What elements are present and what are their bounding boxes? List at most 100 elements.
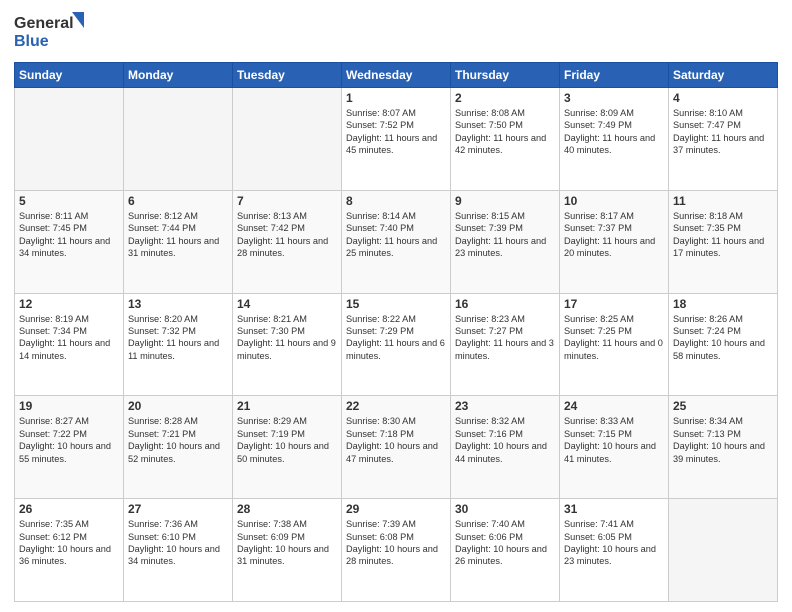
day-number: 2 (455, 91, 555, 105)
calendar-cell (669, 499, 778, 602)
calendar-cell: 11Sunrise: 8:18 AM Sunset: 7:35 PM Dayli… (669, 190, 778, 293)
calendar-cell: 10Sunrise: 8:17 AM Sunset: 7:37 PM Dayli… (560, 190, 669, 293)
calendar-cell: 7 Sunrise: 8:13 AM Sunset: 7:42 PM Daylig… (233, 190, 342, 293)
calendar-cell (233, 88, 342, 191)
day-number: 16 (455, 297, 555, 311)
cell-text: Sunrise: 8:22 AM Sunset: 7:29 PM Dayligh… (346, 313, 446, 363)
cell-text: Sunrise: 8:15 AM Sunset: 7:39 PM Dayligh… (455, 210, 555, 260)
day-number: 10 (564, 194, 664, 208)
week-row-3: 12 Sunrise: 8:19 AM Sunset: 7:34 PM Dayli… (15, 293, 778, 396)
calendar-cell: 27Sunrise: 7:36 AM Sunset: 6:10 PM Dayli… (124, 499, 233, 602)
day-number: 30 (455, 502, 555, 516)
cell-text: Sunrise: 8:12 AM Sunset: 7:44 PM Dayligh… (128, 210, 228, 260)
calendar-cell: 23 Sunrise: 8:32 AM Sunset: 7:16 PM Dayli… (451, 396, 560, 499)
cell-text: Sunrise: 8:21 AM Sunset: 7:30 PM Dayligh… (237, 313, 337, 363)
cell-text: Sunrise: 8:11 AM Sunset: 7:45 PM Dayligh… (19, 210, 119, 260)
weekday-header-friday: Friday (560, 63, 669, 88)
day-number: 31 (564, 502, 664, 516)
weekday-header-wednesday: Wednesday (342, 63, 451, 88)
day-number: 22 (346, 399, 446, 413)
day-number: 26 (19, 502, 119, 516)
calendar-cell: 3 Sunrise: 8:09 AM Sunset: 7:49 PM Daylig… (560, 88, 669, 191)
calendar-cell: 20 Sunrise: 8:28 AM Sunset: 7:21 PM Dayli… (124, 396, 233, 499)
day-number: 6 (128, 194, 228, 208)
cell-text: Sunrise: 8:09 AM Sunset: 7:49 PM Dayligh… (564, 107, 664, 157)
calendar-cell: 1Sunrise: 8:07 AM Sunset: 7:52 PM Daylig… (342, 88, 451, 191)
calendar-cell: 25Sunrise: 8:34 AM Sunset: 7:13 PM Dayli… (669, 396, 778, 499)
cell-text: Sunrise: 7:39 AM Sunset: 6:08 PM Dayligh… (346, 518, 446, 568)
day-number: 29 (346, 502, 446, 516)
calendar-cell: 9 Sunrise: 8:15 AM Sunset: 7:39 PM Daylig… (451, 190, 560, 293)
cell-text: Sunrise: 8:26 AM Sunset: 7:24 PM Dayligh… (673, 313, 773, 363)
week-row-4: 19 Sunrise: 8:27 AM Sunset: 7:22 PM Dayli… (15, 396, 778, 499)
cell-text: Sunrise: 8:07 AM Sunset: 7:52 PM Dayligh… (346, 107, 446, 157)
calendar-cell: 12 Sunrise: 8:19 AM Sunset: 7:34 PM Dayli… (15, 293, 124, 396)
day-number: 28 (237, 502, 337, 516)
cell-text: Sunrise: 8:33 AM Sunset: 7:15 PM Dayligh… (564, 415, 664, 465)
calendar-cell: 5 Sunrise: 8:11 AM Sunset: 7:45 PM Daylig… (15, 190, 124, 293)
week-row-1: 1Sunrise: 8:07 AM Sunset: 7:52 PM Daylig… (15, 88, 778, 191)
calendar-cell: 26 Sunrise: 7:35 AM Sunset: 6:12 PM Dayli… (15, 499, 124, 602)
cell-text: Sunrise: 7:41 AM Sunset: 6:05 PM Dayligh… (564, 518, 664, 568)
day-number: 14 (237, 297, 337, 311)
day-number: 15 (346, 297, 446, 311)
day-number: 12 (19, 297, 119, 311)
day-number: 4 (673, 91, 773, 105)
cell-text: Sunrise: 8:10 AM Sunset: 7:47 PM Dayligh… (673, 107, 773, 157)
week-row-5: 26 Sunrise: 7:35 AM Sunset: 6:12 PM Dayli… (15, 499, 778, 602)
day-number: 9 (455, 194, 555, 208)
day-number: 18 (673, 297, 773, 311)
calendar-cell: 15 Sunrise: 8:22 AM Sunset: 7:29 PM Dayli… (342, 293, 451, 396)
header: GeneralBlue (14, 10, 778, 54)
calendar-cell: 14 Sunrise: 8:21 AM Sunset: 7:30 PM Dayli… (233, 293, 342, 396)
calendar-cell: 22 Sunrise: 8:30 AM Sunset: 7:18 PM Dayli… (342, 396, 451, 499)
calendar-cell: 21Sunrise: 8:29 AM Sunset: 7:19 PM Dayli… (233, 396, 342, 499)
calendar-table: SundayMondayTuesdayWednesdayThursdayFrid… (14, 62, 778, 602)
calendar-cell: 6 Sunrise: 8:12 AM Sunset: 7:44 PM Daylig… (124, 190, 233, 293)
day-number: 20 (128, 399, 228, 413)
calendar-cell: 29 Sunrise: 7:39 AM Sunset: 6:08 PM Dayli… (342, 499, 451, 602)
calendar-cell: 18 Sunrise: 8:26 AM Sunset: 7:24 PM Dayli… (669, 293, 778, 396)
cell-text: Sunrise: 8:13 AM Sunset: 7:42 PM Dayligh… (237, 210, 337, 260)
calendar-cell: 31 Sunrise: 7:41 AM Sunset: 6:05 PM Dayli… (560, 499, 669, 602)
cell-text: Sunrise: 8:32 AM Sunset: 7:16 PM Dayligh… (455, 415, 555, 465)
day-number: 27 (128, 502, 228, 516)
cell-text: Sunrise: 8:28 AM Sunset: 7:21 PM Dayligh… (128, 415, 228, 465)
day-number: 19 (19, 399, 119, 413)
calendar-cell: 16Sunrise: 8:23 AM Sunset: 7:27 PM Dayli… (451, 293, 560, 396)
weekday-header-row: SundayMondayTuesdayWednesdayThursdayFrid… (15, 63, 778, 88)
cell-text: Sunrise: 8:30 AM Sunset: 7:18 PM Dayligh… (346, 415, 446, 465)
cell-text: Sunrise: 8:25 AM Sunset: 7:25 PM Dayligh… (564, 313, 664, 363)
day-number: 23 (455, 399, 555, 413)
logo-icon: GeneralBlue (14, 10, 94, 54)
calendar-cell: 17 Sunrise: 8:25 AM Sunset: 7:25 PM Dayli… (560, 293, 669, 396)
calendar-cell: 4 Sunrise: 8:10 AM Sunset: 7:47 PM Daylig… (669, 88, 778, 191)
weekday-header-thursday: Thursday (451, 63, 560, 88)
cell-text: Sunrise: 8:19 AM Sunset: 7:34 PM Dayligh… (19, 313, 119, 363)
cell-text: Sunrise: 8:27 AM Sunset: 7:22 PM Dayligh… (19, 415, 119, 465)
calendar-cell: 8 Sunrise: 8:14 AM Sunset: 7:40 PM Daylig… (342, 190, 451, 293)
calendar-cell: 13Sunrise: 8:20 AM Sunset: 7:32 PM Dayli… (124, 293, 233, 396)
week-row-2: 5 Sunrise: 8:11 AM Sunset: 7:45 PM Daylig… (15, 190, 778, 293)
page: GeneralBlue SundayMondayTuesdayWednesday… (0, 0, 792, 612)
calendar-cell: 24 Sunrise: 8:33 AM Sunset: 7:15 PM Dayli… (560, 396, 669, 499)
weekday-header-sunday: Sunday (15, 63, 124, 88)
calendar-cell: 28Sunrise: 7:38 AM Sunset: 6:09 PM Dayli… (233, 499, 342, 602)
day-number: 24 (564, 399, 664, 413)
day-number: 17 (564, 297, 664, 311)
calendar-cell (15, 88, 124, 191)
day-number: 7 (237, 194, 337, 208)
svg-text:Blue: Blue (14, 33, 49, 50)
cell-text: Sunrise: 7:35 AM Sunset: 6:12 PM Dayligh… (19, 518, 119, 568)
calendar-cell: 19 Sunrise: 8:27 AM Sunset: 7:22 PM Dayli… (15, 396, 124, 499)
cell-text: Sunrise: 8:34 AM Sunset: 7:13 PM Dayligh… (673, 415, 773, 465)
day-number: 13 (128, 297, 228, 311)
day-number: 5 (19, 194, 119, 208)
calendar-cell: 2Sunrise: 8:08 AM Sunset: 7:50 PM Daylig… (451, 88, 560, 191)
day-number: 8 (346, 194, 446, 208)
cell-text: Sunrise: 8:14 AM Sunset: 7:40 PM Dayligh… (346, 210, 446, 260)
svg-text:General: General (14, 15, 74, 32)
calendar-cell: 30Sunrise: 7:40 AM Sunset: 6:06 PM Dayli… (451, 499, 560, 602)
weekday-header-monday: Monday (124, 63, 233, 88)
day-number: 3 (564, 91, 664, 105)
